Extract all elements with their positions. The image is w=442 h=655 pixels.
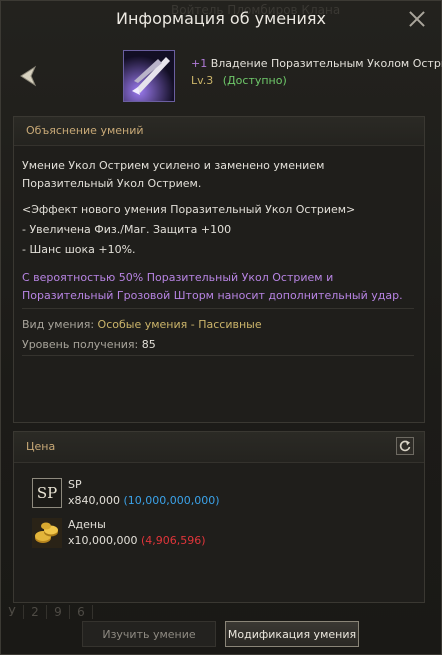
background-cell: 6 [70, 605, 93, 619]
cost-header: Цена [14, 432, 424, 463]
description-intro: Умение Укол Острием усилено и заменено у… [22, 159, 325, 190]
close-icon[interactable] [407, 9, 427, 29]
skill-type-line: Вид умения: Особые умения - Пассивные [22, 316, 414, 334]
background-cell: 2 [24, 605, 47, 619]
refresh-icon[interactable] [396, 437, 414, 455]
proc-description: С вероятностью 50% Поразительный Укол Ос… [22, 271, 403, 302]
skill-name-text: Владение Поразительным Уколом Острием [210, 57, 442, 70]
skill-info-window: Войтель Пломбиров Клана Информация об ум… [0, 0, 442, 655]
divider [22, 355, 414, 356]
effect-line: - Шанс шока +10%. [22, 243, 136, 256]
cost-panel: Цена SP SP x840,000 (10,000,000,000) Аде… [13, 431, 425, 603]
description-header: Объяснение умений [14, 117, 424, 146]
skill-type-label: Вид умения: [22, 318, 95, 331]
required-amount: x10,000,000 [68, 534, 138, 547]
background-cell: 9 [47, 605, 70, 619]
skill-status: (Доступно) [222, 74, 287, 87]
back-arrow-icon[interactable] [15, 63, 41, 89]
modify-skill-button[interactable]: Модификация умения [225, 621, 359, 647]
acquire-level-value: 85 [141, 338, 156, 351]
acquire-level-label: Уровень получения: [22, 338, 139, 351]
skill-level: Lv.3 [191, 74, 214, 87]
skill-enchant-plus: +1 [191, 57, 208, 70]
skill-type-value: Особые умения - Пассивные [97, 318, 262, 331]
cost-item-amount: x10,000,000 (4,906,596) [68, 534, 206, 547]
required-amount: x840,000 [68, 494, 120, 507]
divider [22, 308, 414, 309]
owned-amount: (10,000,000,000) [123, 494, 220, 507]
sp-icon: SP [32, 478, 62, 508]
cost-item-name: Адены [68, 518, 106, 531]
owned-amount: (4,906,596) [141, 534, 206, 547]
skill-name: +1 Владение Поразительным Уколом Острием [191, 57, 442, 70]
acquire-level-line: Уровень получения: 85 [22, 336, 414, 354]
adena-coins-icon [32, 518, 62, 548]
effect-title: <Эффект нового умения Поразительный Укол… [22, 203, 356, 216]
learn-skill-button[interactable]: Изучить умение [82, 621, 216, 647]
skill-icon [123, 50, 175, 102]
background-cell: У [1, 605, 24, 619]
effect-line: - Увеличена Физ./Маг. Защита +100 [22, 223, 232, 236]
cost-item-amount: x840,000 (10,000,000,000) [68, 494, 220, 507]
skill-level-line: Lv.3 (Доступно) [191, 74, 287, 87]
cost-item-name: SP [68, 478, 82, 491]
window-title: Информация об умениях [115, 9, 326, 28]
skill-description-panel: Объяснение умений Умение Укол Острием ус… [13, 116, 425, 423]
